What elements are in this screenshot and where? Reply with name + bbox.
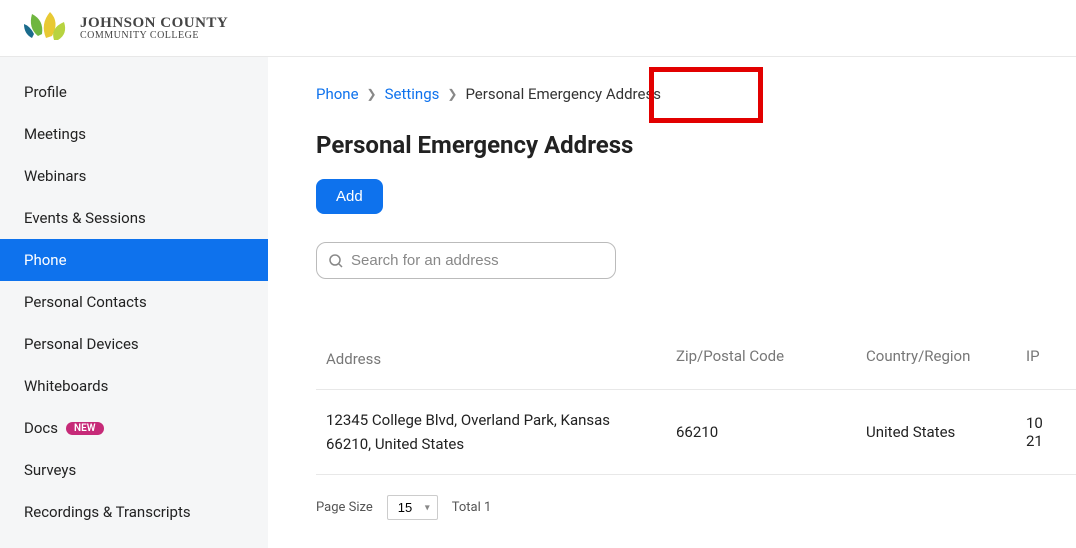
col-header-ip[interactable]: IP [1026, 347, 1066, 371]
breadcrumb-current: Personal Emergency Address [465, 85, 661, 103]
sidebar-item-webinars[interactable]: Webinars [0, 155, 268, 197]
sidebar-item-personal-devices[interactable]: Personal Devices [0, 323, 268, 365]
total-label: Total 1 [452, 500, 492, 515]
cell-ip: 10 21 [1026, 414, 1066, 450]
logo-icon [20, 10, 72, 46]
cell-zip: 66210 [676, 423, 866, 441]
cell-country: United States [866, 423, 1026, 441]
sidebar-item-recordings-transcripts[interactable]: Recordings & Transcripts [0, 491, 268, 533]
search-wrap [316, 242, 616, 279]
col-header-country[interactable]: Country/Region [866, 347, 1026, 371]
page-size-select[interactable]: 15 [387, 495, 438, 520]
page-title: Personal Emergency Address [316, 131, 1076, 159]
cell-address: 12345 College Blvd, Overland Park, Kansa… [326, 408, 676, 456]
search-icon [328, 253, 344, 269]
org-name: JOHNSON COUNTY COMMUNITY COLLEGE [80, 16, 228, 41]
sidebar: Profile Meetings Webinars Events & Sessi… [0, 57, 268, 548]
address-table: Address Zip/Postal Code Country/Region I… [316, 329, 1076, 475]
sidebar-item-surveys[interactable]: Surveys [0, 449, 268, 491]
search-input[interactable] [316, 242, 616, 279]
col-header-zip[interactable]: Zip/Postal Code [676, 347, 866, 371]
page-size-label: Page Size [316, 500, 373, 515]
table-row[interactable]: 12345 College Blvd, Overland Park, Kansa… [316, 390, 1076, 475]
sidebar-item-profile[interactable]: Profile [0, 71, 268, 113]
breadcrumb: Phone ❯ Settings ❯ Personal Emergency Ad… [316, 85, 1076, 103]
add-button[interactable]: Add [316, 179, 383, 214]
new-badge: NEW [66, 422, 104, 435]
main-content: Phone ❯ Settings ❯ Personal Emergency Ad… [268, 57, 1076, 548]
chevron-right-icon: ❯ [367, 87, 377, 101]
org-logo: JOHNSON COUNTY COMMUNITY COLLEGE [20, 10, 228, 46]
sidebar-item-docs[interactable]: Docs NEW [0, 407, 268, 449]
col-header-address[interactable]: Address [326, 347, 676, 371]
pager: Page Size 15 Total 1 [316, 495, 1076, 520]
chevron-right-icon: ❯ [447, 87, 457, 101]
breadcrumb-phone[interactable]: Phone [316, 85, 359, 103]
table-header-row: Address Zip/Postal Code Country/Region I… [316, 329, 1076, 390]
sidebar-item-personal-contacts[interactable]: Personal Contacts [0, 281, 268, 323]
sidebar-item-events-sessions[interactable]: Events & Sessions [0, 197, 268, 239]
breadcrumb-settings[interactable]: Settings [385, 85, 440, 103]
sidebar-item-phone[interactable]: Phone [0, 239, 268, 281]
sidebar-item-meetings[interactable]: Meetings [0, 113, 268, 155]
header: JOHNSON COUNTY COMMUNITY COLLEGE [0, 0, 1076, 57]
sidebar-item-whiteboards[interactable]: Whiteboards [0, 365, 268, 407]
